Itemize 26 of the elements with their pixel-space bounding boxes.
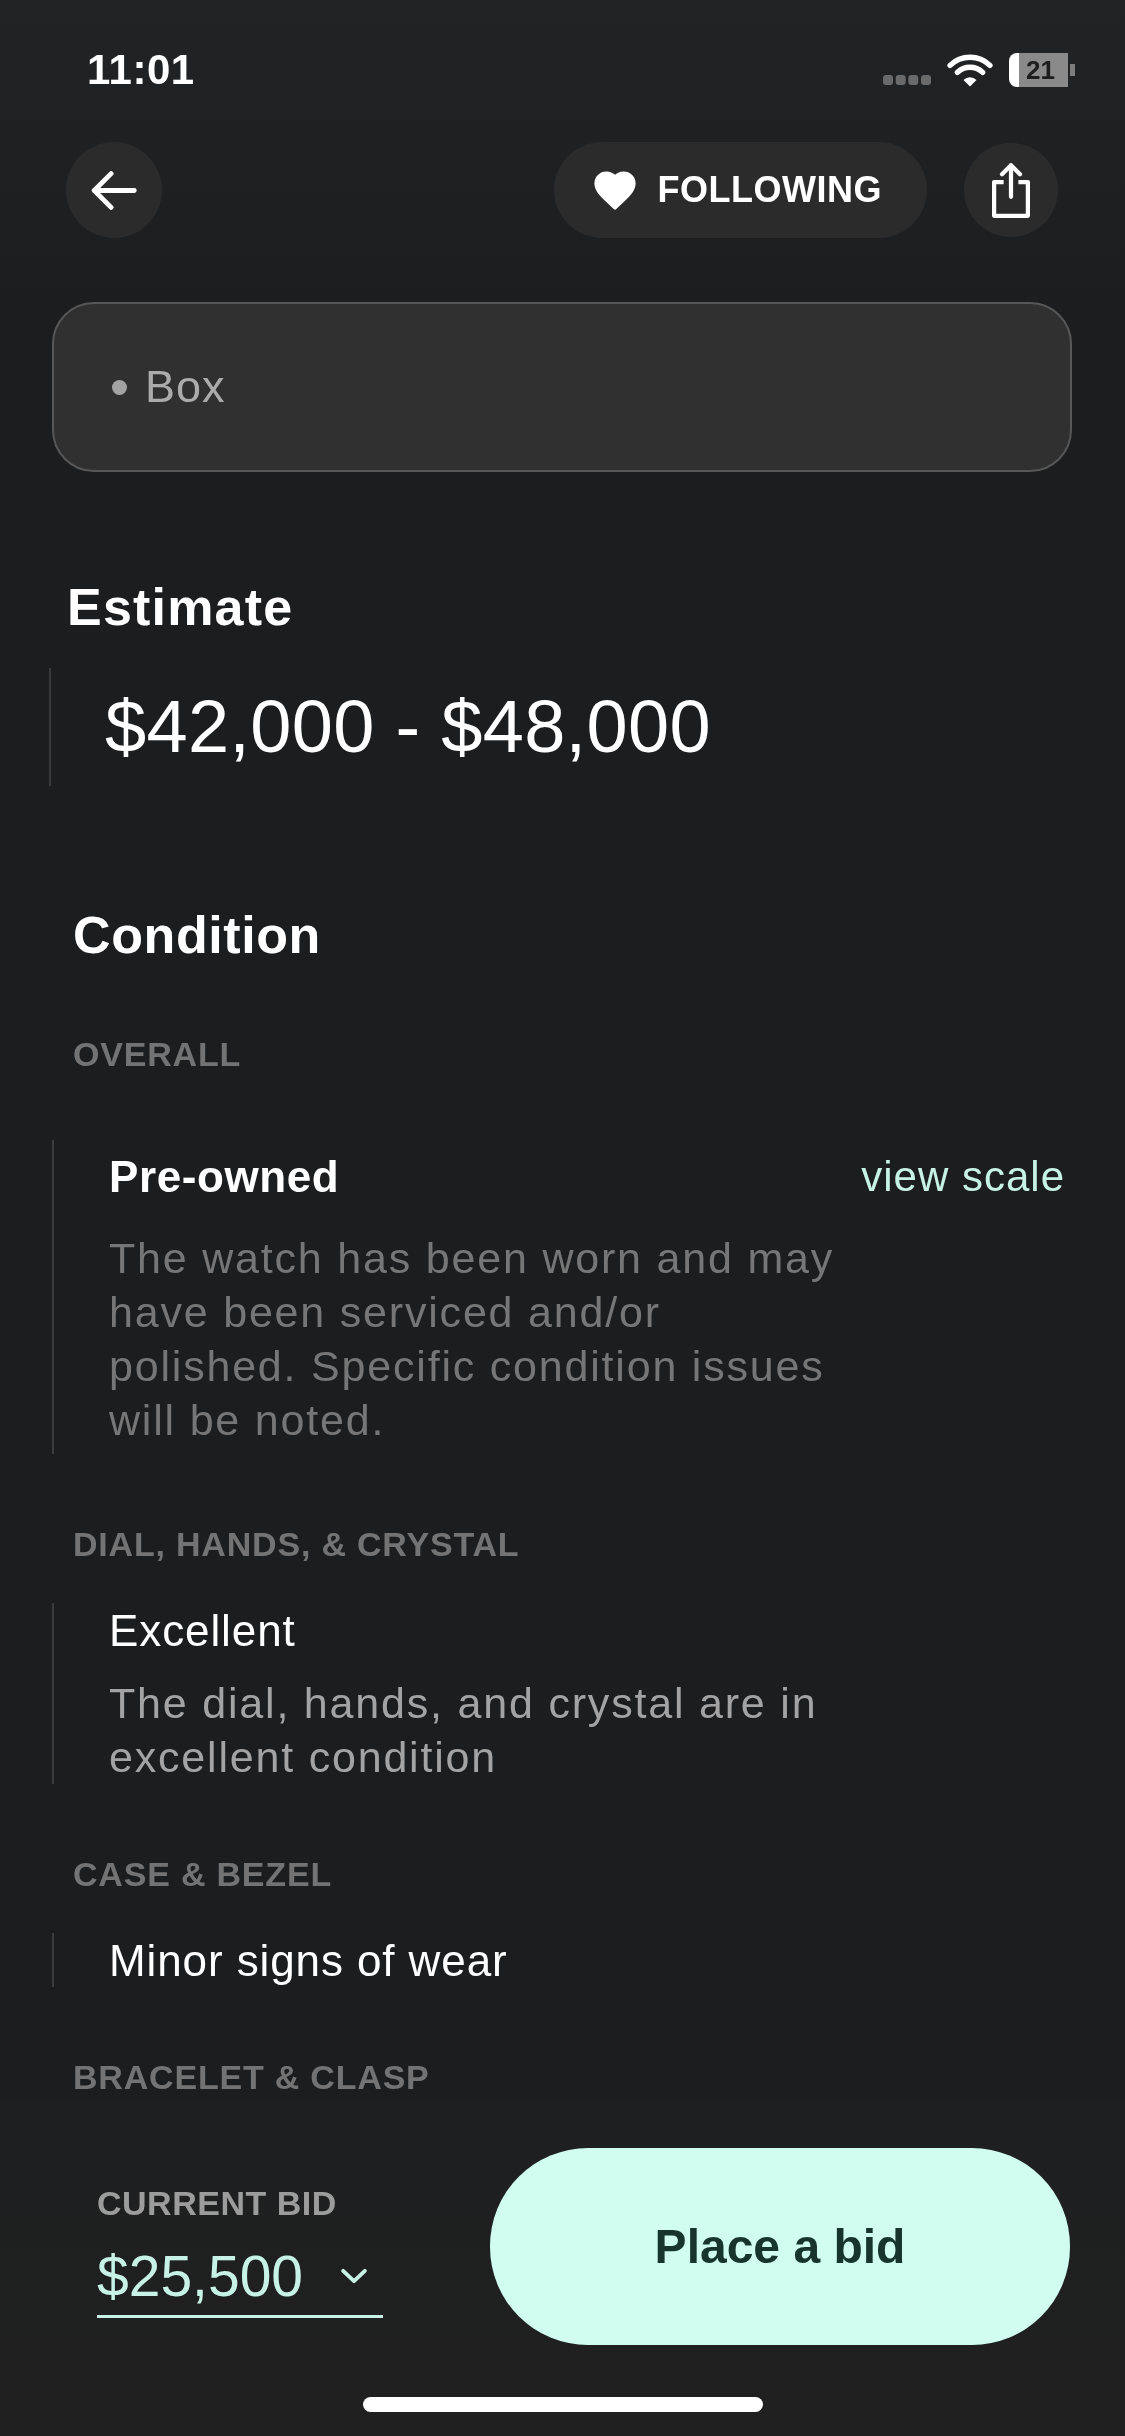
status-time: 11:01: [87, 45, 195, 94]
condition-category: OVERALL: [73, 1034, 242, 1074]
wifi-icon: [947, 53, 993, 87]
bullet-icon: [112, 379, 127, 395]
cellular-signal-icon: [883, 75, 931, 85]
current-bid-label: CURRENT BID: [97, 2183, 337, 2223]
included-item: Box: [145, 361, 226, 413]
chevron-down-icon: [340, 2268, 369, 2284]
battery-indicator: 21: [1009, 53, 1075, 87]
follow-button[interactable]: FOLLOWING: [553, 142, 927, 238]
place-bid-button[interactable]: Place a bid: [490, 2148, 1070, 2345]
condition-category: DIAL, HANDS, & CRYSTAL: [73, 1524, 520, 1564]
condition-description: The watch has been worn and may have been serviced and/or polished. Specific condition issues will be noted.: [109, 1233, 836, 1446]
arrow-left-icon: [91, 170, 137, 210]
view-scale-link[interactable]: view scale: [861, 1151, 1065, 1203]
condition-description: The dial, hands, and crystal are in excellent condition: [109, 1678, 819, 1783]
condition-grade: Minor signs of wear: [109, 1935, 508, 1987]
condition-category: BRACELET & CLASP: [73, 2057, 430, 2097]
section-title: Condition: [73, 906, 321, 964]
section-title: Estimate: [67, 579, 294, 635]
condition-grade: Excellent: [109, 1605, 296, 1657]
condition-category: CASE & BEZEL: [73, 1854, 332, 1894]
share-icon: [992, 162, 1030, 218]
bid-amount-dropdown[interactable]: $25,500: [97, 2243, 384, 2318]
condition-grade: Pre-owned: [109, 1151, 340, 1203]
estimate-value: $42,000 - $48,000: [105, 684, 711, 770]
